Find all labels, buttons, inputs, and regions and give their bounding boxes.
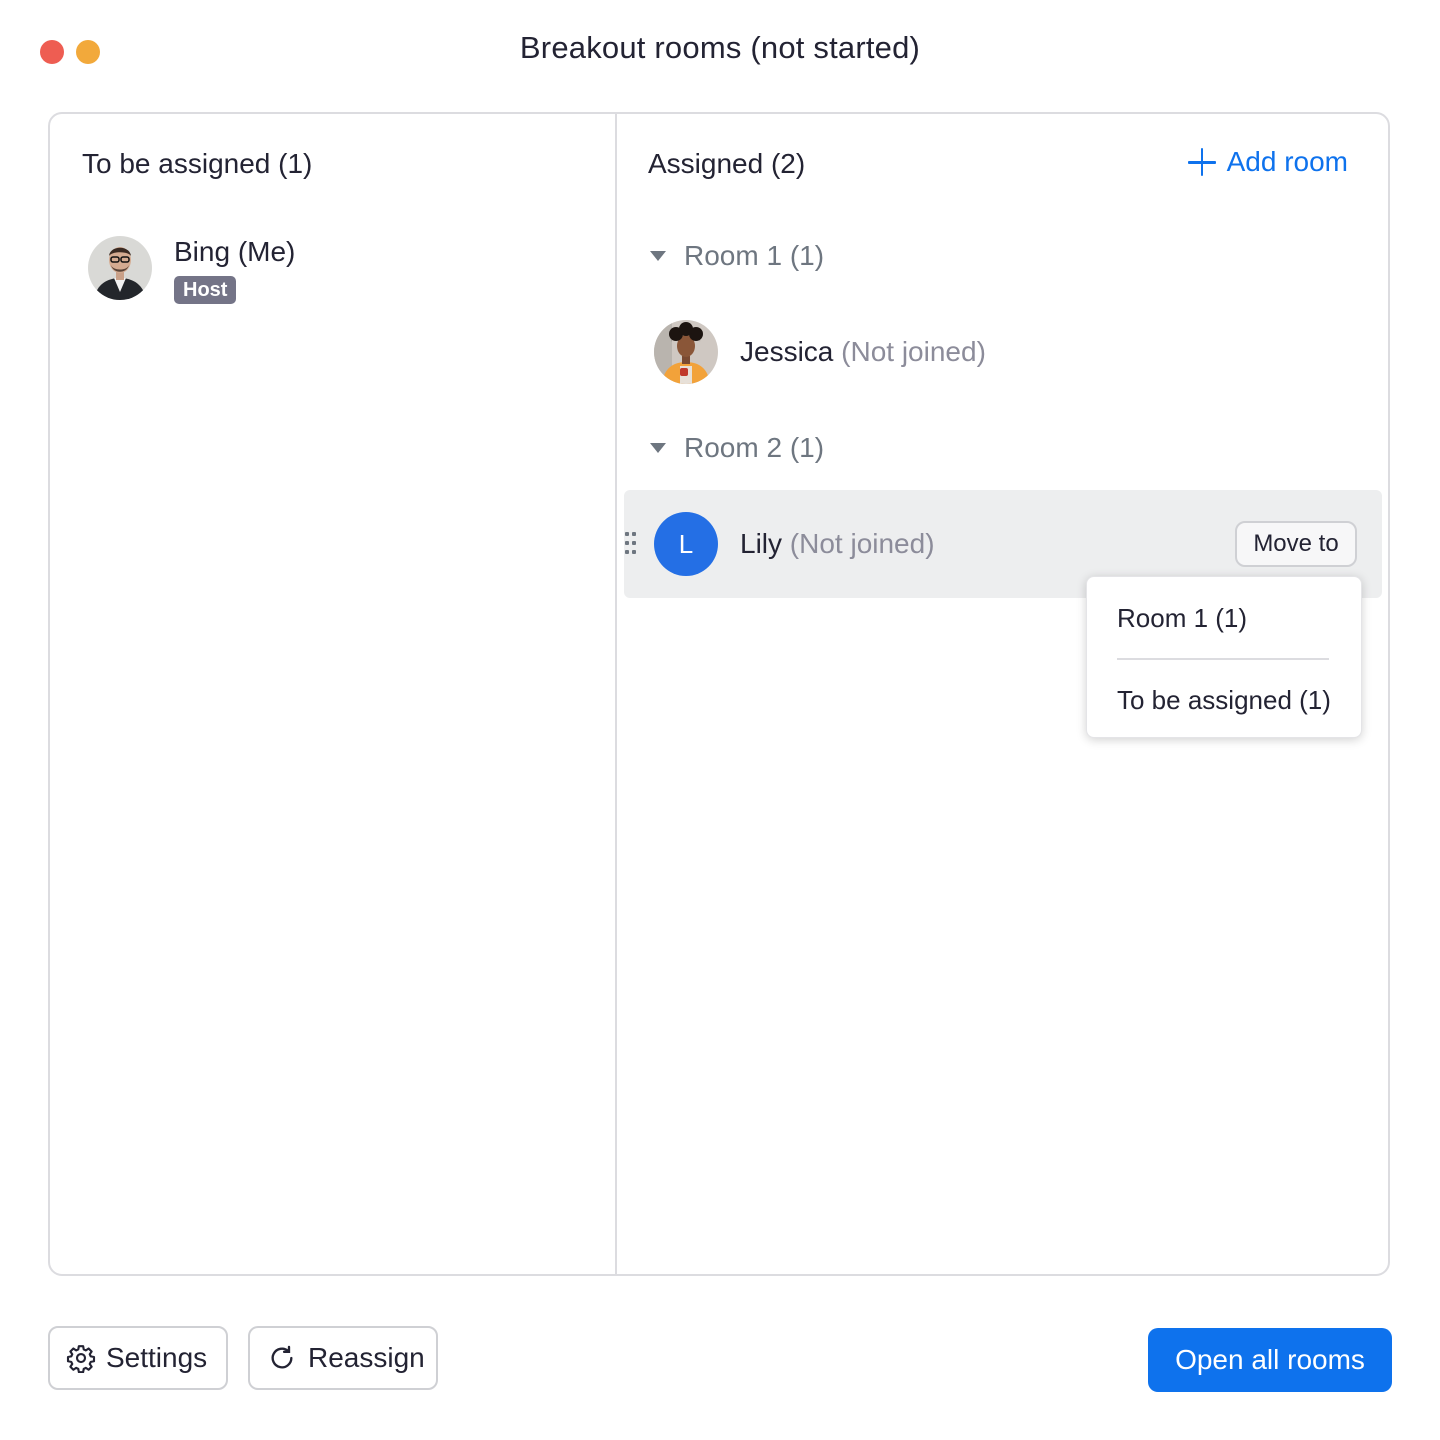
unassigned-column-title: To be assigned (1) [82, 148, 313, 179]
room-1-header[interactable]: Room 1 (1) [648, 240, 824, 272]
move-to-menu: Room 1 (1) To be assigned (1) [1086, 576, 1362, 738]
refresh-icon [268, 1344, 296, 1372]
drag-handle-icon[interactable] [625, 532, 641, 558]
column-divider [615, 114, 617, 1274]
avatar-bing [88, 236, 152, 300]
menu-separator [1117, 658, 1329, 660]
move-to-button[interactable]: Move to [1235, 521, 1357, 567]
menu-item-room-1[interactable]: Room 1 (1) [1117, 603, 1247, 634]
reassign-button[interactable]: Reassign [248, 1326, 438, 1390]
rooms-panel: To be assigned (1) Bing (Me) Host Assign… [48, 112, 1390, 1276]
caret-down-icon [650, 251, 666, 261]
add-room-label: Add room [1226, 146, 1348, 177]
reassign-label: Reassign [308, 1342, 425, 1373]
room-1-label: Room 1 (1) [684, 240, 825, 271]
participant-name-jessica: Jessica (Not joined) [740, 336, 986, 368]
open-all-rooms-button[interactable]: Open all rooms [1148, 1328, 1392, 1392]
menu-item-to-be-assigned[interactable]: To be assigned (1) [1117, 685, 1331, 716]
jessica-name: Jessica [740, 336, 834, 367]
settings-label: Settings [106, 1342, 208, 1373]
room-2-label: Room 2 (1) [684, 432, 825, 463]
host-badge: Host [174, 276, 237, 304]
avatar-jessica [654, 320, 718, 384]
window-title: Breakout rooms (not started) [519, 30, 921, 65]
gear-icon [66, 1343, 96, 1373]
participant-name-lily: Lily (Not joined) [740, 528, 935, 560]
participant-name-bing: Bing (Me) [174, 236, 296, 267]
jessica-status: (Not joined) [841, 336, 986, 367]
caret-down-icon [650, 443, 666, 453]
plus-icon [1187, 147, 1217, 177]
room-2-header[interactable]: Room 2 (1) [648, 432, 824, 464]
lily-status: (Not joined) [789, 528, 935, 559]
add-room-button[interactable]: Add room [1187, 146, 1348, 178]
assigned-column-title: Assigned (2) [648, 148, 806, 179]
settings-button[interactable]: Settings [48, 1326, 228, 1390]
lily-name: Lily [740, 528, 783, 559]
avatar-lily: L [654, 512, 718, 576]
breakout-rooms-window: Breakout rooms (not started) To be assig… [0, 0, 1440, 1440]
